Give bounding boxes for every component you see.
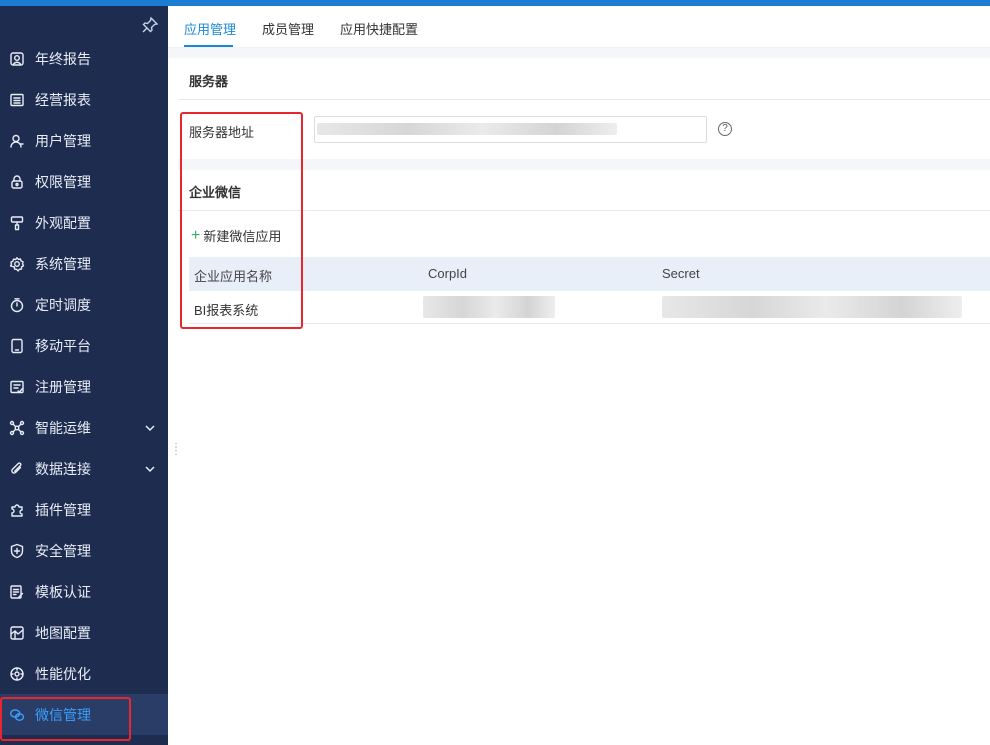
active-tab-indicator — [184, 45, 233, 47]
wechat-section-title: 企业微信 — [189, 185, 242, 200]
sidebar-item-14[interactable]: 地图配置 — [0, 612, 168, 653]
sidebar-item-13[interactable]: 模板认证 — [0, 571, 168, 612]
shield-icon — [9, 543, 25, 559]
sidebar-item-16[interactable]: 微信管理 — [0, 694, 168, 735]
table-row[interactable]: BI报表系统 — [189, 291, 990, 324]
tab-member-management[interactable]: 成员管理 — [262, 19, 314, 38]
redacted-value — [317, 123, 617, 135]
sidebar-item-label: 模板认证 — [35, 583, 91, 600]
sidebar-nav: 年终报告经营报表用户管理权限管理外观配置系统管理定时调度移动平台注册管理智能运维… — [0, 38, 168, 735]
resize-handle[interactable]: ⋮ ⋮ — [171, 443, 181, 462]
sidebar-item-7[interactable]: 移动平台 — [0, 325, 168, 366]
sidebar-item-label: 用户管理 — [35, 132, 91, 149]
sidebar-item-2[interactable]: 用户管理 — [0, 120, 168, 161]
sidebar-item-label: 年终报告 — [35, 50, 91, 67]
puzzle-icon — [9, 502, 25, 518]
sidebar-item-label: 数据连接 — [35, 460, 91, 477]
brush-icon — [9, 215, 25, 231]
sidebar-item-8[interactable]: 注册管理 — [0, 366, 168, 407]
paperclip-icon — [9, 461, 25, 477]
user-icon — [9, 133, 25, 149]
sidebar-item-label: 经营报表 — [35, 91, 91, 108]
sidebar-item-label: 微信管理 — [35, 706, 91, 723]
pin-icon[interactable] — [141, 16, 159, 34]
sidebar-item-10[interactable]: 数据连接 — [0, 448, 168, 489]
performance-icon — [9, 666, 25, 682]
plus-icon: + — [191, 227, 201, 244]
list-icon — [9, 92, 25, 108]
sidebar-item-label: 性能优化 — [35, 665, 91, 682]
content-gap — [168, 48, 990, 58]
sidebar-item-11[interactable]: 插件管理 — [0, 489, 168, 530]
sidebar-item-12[interactable]: 安全管理 — [0, 530, 168, 571]
main-content: 服务器 服务器地址 ? 企业微信 + 新建微信应用 企业应用名称 CorpId … — [178, 58, 990, 745]
divider — [178, 99, 990, 100]
wechat-icon — [9, 707, 25, 723]
sidebar-item-label: 注册管理 — [35, 378, 91, 395]
sidebar-item-5[interactable]: 系统管理 — [0, 243, 168, 284]
chevron-down-icon — [144, 462, 156, 474]
sidebar-item-label: 外观配置 — [35, 214, 91, 231]
sidebar-item-15[interactable]: 性能优化 — [0, 653, 168, 694]
template-icon — [9, 584, 25, 600]
mobile-icon — [9, 338, 25, 354]
sidebar-item-label: 插件管理 — [35, 501, 91, 518]
gear-icon — [9, 256, 25, 272]
sidebar-item-4[interactable]: 外观配置 — [0, 202, 168, 243]
sidebar-item-1[interactable]: 经营报表 — [0, 79, 168, 120]
sidebar-item-3[interactable]: 权限管理 — [0, 161, 168, 202]
divider — [178, 210, 990, 211]
timer-icon — [9, 297, 25, 313]
lock-icon — [9, 174, 25, 190]
network-icon — [9, 420, 25, 436]
sidebar-item-label: 定时调度 — [35, 296, 91, 313]
redacted-corpid — [423, 296, 555, 318]
redacted-secret — [662, 296, 962, 318]
table-header: 企业应用名称 CorpId Secret — [189, 257, 990, 291]
sidebar: 年终报告经营报表用户管理权限管理外观配置系统管理定时调度移动平台注册管理智能运维… — [0, 6, 168, 745]
server-address-label: 服务器地址 — [189, 125, 255, 140]
sidebar-item-label: 安全管理 — [35, 542, 91, 559]
sidebar-item-label: 权限管理 — [35, 173, 91, 190]
chevron-down-icon — [144, 421, 156, 433]
sidebar-item-9[interactable]: 智能运维 — [0, 407, 168, 448]
app-name-cell: BI报表系统 — [194, 303, 259, 318]
sidebar-item-label: 移动平台 — [35, 337, 91, 354]
server-address-input[interactable] — [314, 116, 707, 143]
add-wechat-app-button[interactable]: + 新建微信应用 — [191, 226, 281, 245]
server-section-title: 服务器 — [189, 74, 229, 89]
sidebar-item-0[interactable]: 年终报告 — [0, 38, 168, 79]
sidebar-item-6[interactable]: 定时调度 — [0, 284, 168, 325]
column-header-app-name: 企业应用名称 — [194, 269, 273, 284]
tab-bar: 应用管理 成员管理 应用快捷配置 — [168, 6, 990, 48]
add-wechat-app-label: 新建微信应用 — [203, 229, 282, 244]
map-icon — [9, 625, 25, 641]
report-icon — [9, 51, 25, 67]
help-icon[interactable]: ? — [718, 122, 732, 136]
column-header-corpid: CorpId — [428, 266, 468, 281]
sidebar-item-label: 地图配置 — [35, 624, 91, 641]
register-icon — [9, 379, 25, 395]
column-header-secret: Secret — [662, 266, 700, 281]
tab-quick-config[interactable]: 应用快捷配置 — [340, 19, 418, 38]
sidebar-item-label: 智能运维 — [35, 419, 91, 436]
sidebar-item-label: 系统管理 — [35, 255, 91, 272]
tab-app-management[interactable]: 应用管理 — [184, 19, 236, 38]
section-separator — [178, 159, 990, 170]
